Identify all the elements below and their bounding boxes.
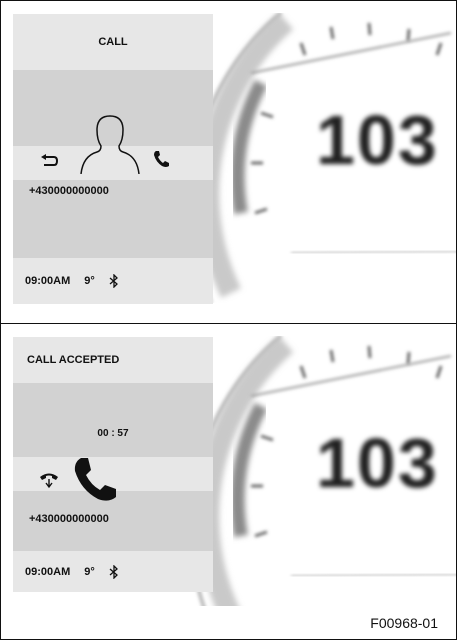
bluetooth-icon — [109, 274, 118, 288]
phone-handset-icon[interactable] — [153, 150, 169, 168]
call-header: CALL ACCEPTED — [13, 337, 213, 383]
outside-temperature: 9° — [84, 275, 95, 287]
person-silhouette-icon — [80, 115, 140, 174]
phone-handset-large-icon[interactable] — [73, 457, 117, 503]
status-bar: 09:00AM 9° — [13, 551, 213, 592]
instrument-cluster: 103 — [191, 13, 456, 303]
bluetooth-icon — [109, 564, 118, 579]
call-display: CALL +430000000000 09:00AM 9° — [13, 14, 213, 304]
call-display: CALL ACCEPTED 00 : 57 +430000000000 09:0… — [13, 337, 213, 592]
caller-number: +430000000000 — [29, 513, 109, 525]
status-bar: 09:00AM 9° — [13, 258, 213, 304]
figure-frame: 103 CALL +430000000000 09:00AM 9° 103 CA… — [0, 0, 457, 640]
call-duration: 00 : 57 — [97, 428, 129, 439]
incoming-call-panel: 103 CALL +430000000000 09:00AM 9° — [1, 1, 456, 323]
instrument-cluster: 103 — [191, 336, 456, 606]
accepted-call-panel: 103 CALL ACCEPTED 00 : 57 +430000000000 … — [1, 324, 456, 606]
clock-time: 09:00AM — [25, 565, 71, 578]
call-header-label: CALL ACCEPTED — [27, 354, 120, 366]
outside-temperature: 9° — [84, 565, 95, 578]
call-header: CALL — [13, 14, 213, 70]
back-arrow-icon[interactable] — [41, 154, 59, 168]
figure-code: F00968-01 — [370, 615, 438, 631]
clock-time: 09:00AM — [25, 275, 71, 287]
call-header-label: CALL — [98, 36, 128, 48]
speed-readout: 103 — [316, 424, 439, 502]
caller-number: +430000000000 — [29, 185, 109, 197]
hang-up-icon[interactable] — [39, 469, 59, 489]
speed-readout: 103 — [316, 101, 439, 179]
